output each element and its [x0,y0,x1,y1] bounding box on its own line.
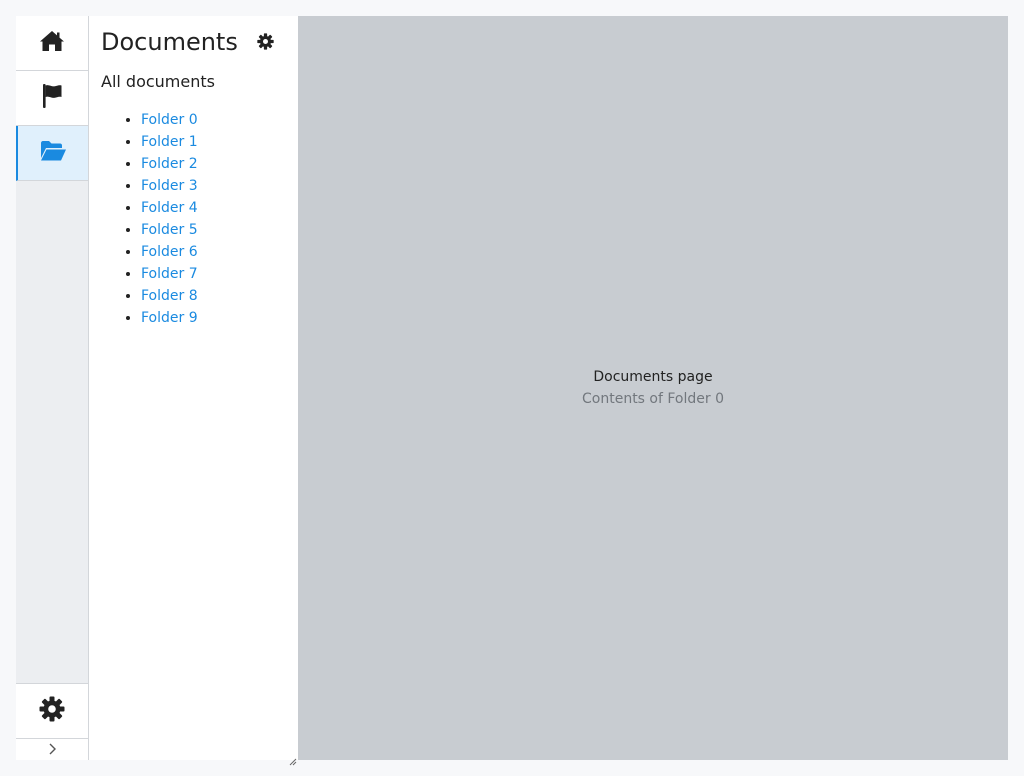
list-item: Folder 1 [141,131,298,153]
folder-link[interactable]: Folder 1 [141,134,198,150]
folder-link[interactable]: Folder 8 [141,288,198,304]
icon-rail [16,16,89,760]
list-item: Folder 7 [141,263,298,285]
rail-item-flag[interactable] [16,71,88,126]
gear-icon [257,33,275,54]
main-content: Documents page Contents of Folder 0 [298,16,1008,760]
folder-link[interactable]: Folder 5 [141,222,198,238]
list-item: Folder 4 [141,197,298,219]
folder-link[interactable]: Folder 7 [141,266,198,282]
folder-open-icon [39,140,67,166]
list-item: Folder 9 [141,307,298,329]
folder-link[interactable]: Folder 3 [141,178,198,194]
page-title: Documents page [593,369,713,385]
panel-settings-button[interactable] [257,33,275,54]
rail-settings-button[interactable] [16,683,88,739]
panel-resize-handle[interactable] [289,751,297,766]
rail-item-documents[interactable] [16,126,88,181]
folder-link[interactable]: Folder 4 [141,200,198,216]
folder-link[interactable]: Folder 6 [141,244,198,260]
panel-title: Documents [101,28,238,56]
rail-item-home[interactable] [16,16,88,71]
list-item: Folder 8 [141,285,298,307]
page-subtitle: Contents of Folder 0 [582,391,724,407]
list-item: Folder 5 [141,219,298,241]
documents-panel: Documents All documents • Folder 0 • Fol… [89,16,298,766]
folder-list: Folder 0 Folder 1 Folder 2 Folder 3 Fold… [89,109,298,329]
rail-bottom [16,683,88,760]
all-documents-label: All documents [101,72,215,91]
folder-link[interactable]: Folder 0 [141,112,198,128]
list-item: Folder 3 [141,175,298,197]
home-icon [39,30,65,56]
panel-header: Documents [89,16,298,58]
list-item: Folder 0 [141,109,298,131]
app-window: Documents All documents • Folder 0 • Fol… [16,16,1008,766]
gear-icon [39,696,65,726]
list-item: Folder 2 [141,153,298,175]
chevron-right-icon [47,740,57,759]
rail-expand-button[interactable] [16,739,88,760]
folder-link[interactable]: Folder 9 [141,310,198,326]
flag-icon [41,83,63,113]
folder-link[interactable]: Folder 2 [141,156,198,172]
list-item: Folder 6 [141,241,298,263]
